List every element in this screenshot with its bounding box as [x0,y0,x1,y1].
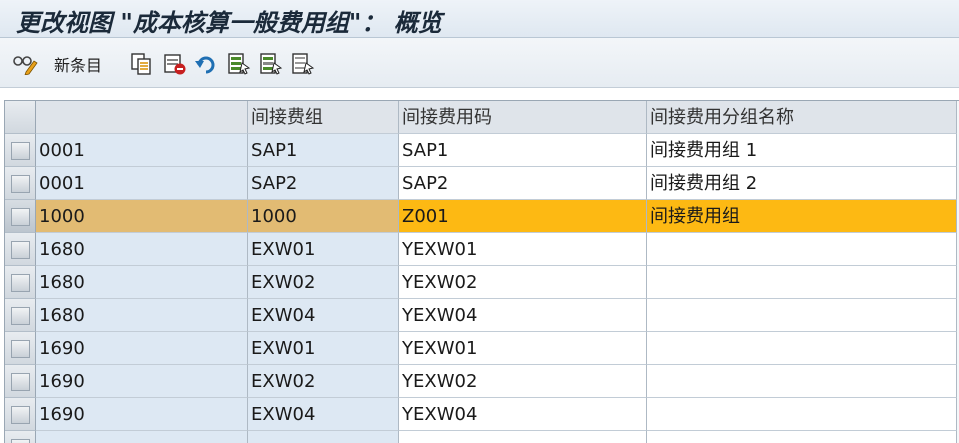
copy-icon [131,53,151,75]
cell-key: 0001 [36,134,248,167]
row-selector[interactable] [5,299,36,332]
row-selector[interactable] [5,134,36,167]
cell-code[interactable]: SAP1 [399,134,647,167]
column-header-key[interactable] [36,101,248,134]
cell-code[interactable]: YEXW04 [399,299,647,332]
cell-code[interactable] [399,431,647,443]
cell-name[interactable] [647,431,957,443]
cell-code[interactable]: YEXW02 [399,365,647,398]
undo-button[interactable] [194,51,218,77]
cell-code[interactable]: YEXW01 [399,233,647,266]
cell-code[interactable]: YEXW01 [399,332,647,365]
select-all-button[interactable] [227,51,251,77]
cell-name[interactable] [647,332,957,365]
cell-group: EXW04 [248,299,399,332]
cell-group [248,431,399,443]
cell-key: 1680 [36,266,248,299]
cell-name[interactable] [647,266,957,299]
cell-name[interactable] [647,299,957,332]
column-header-name[interactable]: 间接费用分组名称 [647,101,957,134]
cell-group: EXW01 [248,332,399,365]
cell-key: 1690 [36,398,248,431]
cell-key: 1690 [36,332,248,365]
cell-code[interactable]: Z001 [399,200,647,233]
row-selector[interactable] [5,266,36,299]
delete-button[interactable] [163,51,187,77]
cell-name[interactable] [647,233,957,266]
cell-key: 1690 [36,365,248,398]
select-all-corner[interactable] [5,101,36,134]
cell-name[interactable]: 间接费用组 2 [647,167,957,200]
new-entries-button[interactable]: 新条目 [54,51,102,77]
page-title: 更改视图 "成本核算一般费用组"： 概览 [16,8,442,37]
row-selector[interactable] [5,200,36,233]
deselect-all-icon [292,53,315,75]
title-bar: 更改视图 "成本核算一般费用组"： 概览 [0,0,959,38]
select-all-icon [228,53,251,75]
row-selector[interactable] [5,431,36,443]
display-change-icon [13,56,38,75]
deselect-all-button[interactable] [291,51,315,77]
row-selector[interactable] [5,365,36,398]
cell-name[interactable]: 间接费用组 1 [647,134,957,167]
select-block-button[interactable] [259,51,283,77]
undo-icon [195,56,215,74]
cell-group: EXW01 [248,233,399,266]
cell-key: 0001 [36,167,248,200]
cell-name[interactable]: 间接费用组 [647,200,957,233]
new-entries-label: 新条目 [54,56,103,75]
toolbar: 新条目 [0,38,959,88]
display-change-button[interactable] [12,51,38,77]
cell-key: 1000 [36,200,248,233]
cell-group: EXW02 [248,365,399,398]
cell-group: 1000 [248,200,399,233]
data-table: 间接费组 间接费用码 间接费用分组名称 0001 SAP1 SAP1 间接费用组 10… [4,100,959,443]
cell-name[interactable] [647,398,957,431]
cell-code[interactable]: YEXW02 [399,266,647,299]
row-selector[interactable] [5,167,36,200]
column-header-code[interactable]: 间接费用码 [399,101,647,134]
cell-code[interactable]: SAP2 [399,167,647,200]
cell-key [36,431,248,443]
cell-group: EXW02 [248,266,399,299]
row-selector[interactable] [5,398,36,431]
cell-group: SAP2 [248,167,399,200]
select-block-icon [260,53,283,75]
cell-group: SAP1 [248,134,399,167]
cell-key: 1680 [36,233,248,266]
column-header-group[interactable]: 间接费组 [248,101,399,134]
cell-group: EXW04 [248,398,399,431]
cell-name[interactable] [647,365,957,398]
cell-code[interactable]: YEXW04 [399,398,647,431]
row-selector[interactable] [5,233,36,266]
delete-icon [164,54,186,75]
cell-key: 1680 [36,299,248,332]
copy-button[interactable] [130,51,152,77]
row-selector[interactable] [5,332,36,365]
